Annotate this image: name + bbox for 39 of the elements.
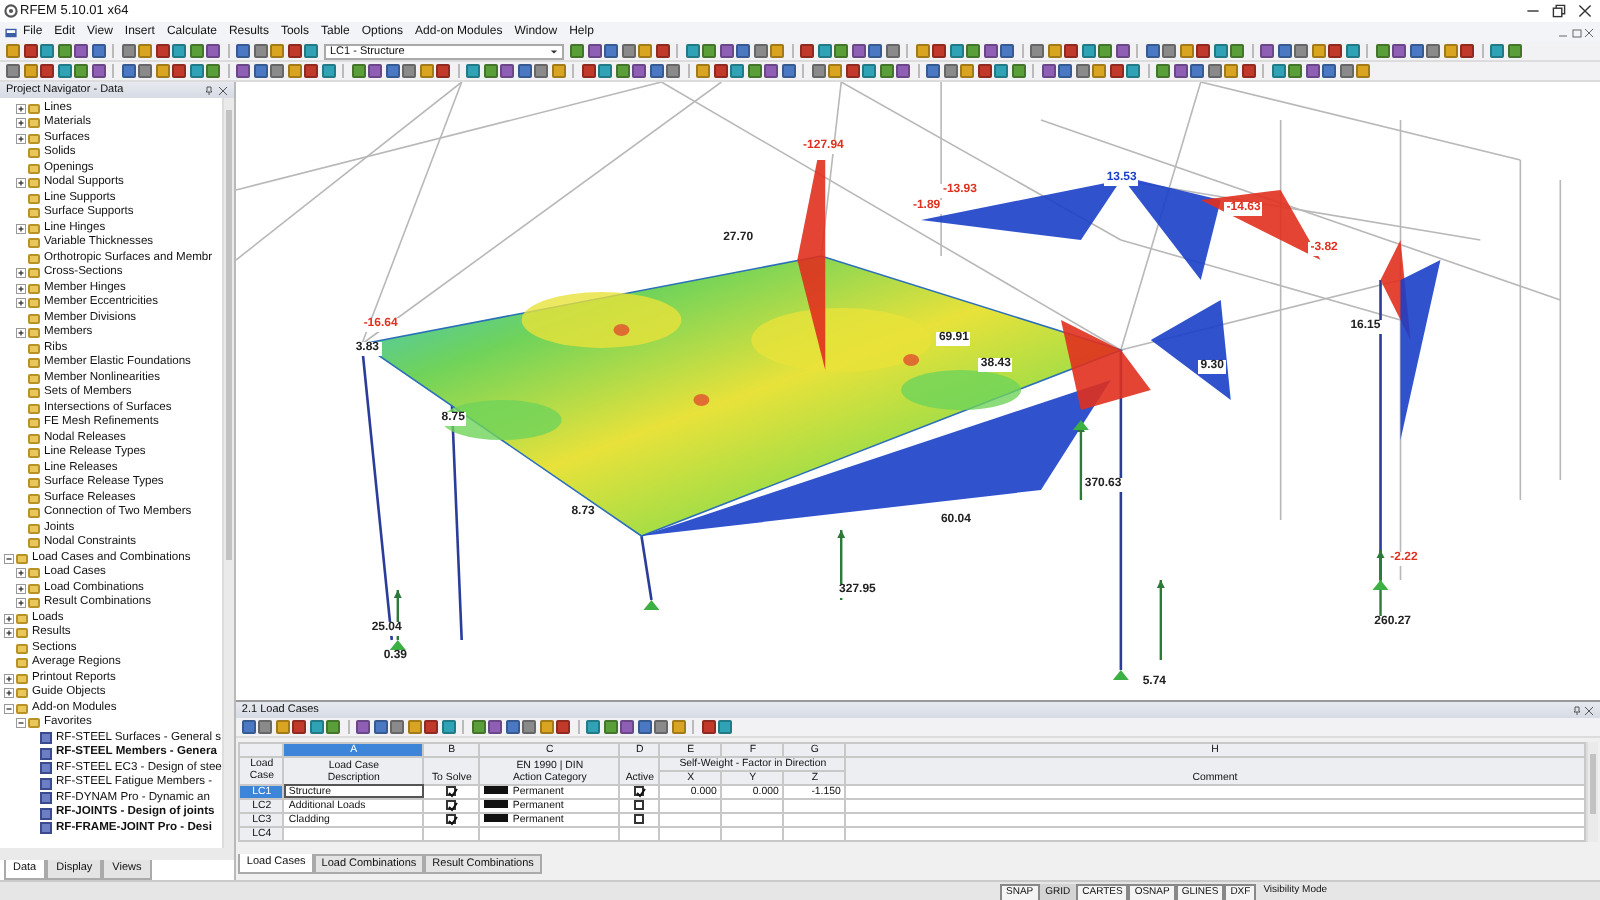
category-swatch — [484, 786, 509, 795]
expand-icon[interactable] — [16, 133, 26, 144]
expand-icon[interactable] — [16, 283, 26, 294]
minimize-icon[interactable] — [1525, 4, 1539, 18]
expand-icon[interactable] — [4, 673, 14, 684]
restore-icon[interactable] — [1551, 4, 1565, 18]
scrollbar[interactable] — [0, 848, 234, 860]
category-swatch — [484, 800, 509, 809]
checkbox[interactable] — [634, 813, 645, 824]
collapse-icon[interactable] — [4, 553, 14, 564]
expand-icon[interactable] — [16, 178, 26, 189]
close-icon[interactable] — [1577, 4, 1591, 18]
expand-icon[interactable] — [4, 613, 14, 624]
expand-icon[interactable] — [16, 568, 26, 579]
checkbox[interactable] — [446, 785, 457, 796]
close-icon[interactable] — [217, 85, 228, 95]
checkbox[interactable] — [634, 799, 645, 810]
close-icon[interactable] — [1584, 705, 1595, 715]
expand-icon[interactable] — [16, 598, 26, 609]
pin-icon[interactable] — [204, 85, 215, 95]
checkbox[interactable] — [634, 785, 645, 796]
expand-icon[interactable] — [16, 103, 26, 114]
collapse-icon[interactable] — [4, 703, 14, 714]
expand-icon[interactable] — [16, 118, 26, 129]
expand-icon[interactable] — [16, 328, 26, 339]
expand-icon[interactable] — [16, 583, 26, 594]
expand-icon[interactable] — [4, 628, 14, 639]
caret-icon — [550, 47, 558, 55]
expand-icon[interactable] — [4, 688, 14, 699]
expand-icon[interactable] — [16, 223, 26, 234]
checkbox[interactable] — [446, 813, 457, 824]
checkbox[interactable] — [446, 799, 457, 810]
category-swatch — [484, 814, 509, 823]
app-icon — [3, 4, 17, 18]
expand-icon[interactable] — [16, 298, 26, 309]
expand-icon[interactable] — [16, 268, 26, 279]
scrollbar[interactable] — [221, 98, 234, 848]
collapse-icon[interactable] — [16, 718, 26, 729]
pin-icon[interactable] — [1571, 705, 1582, 715]
